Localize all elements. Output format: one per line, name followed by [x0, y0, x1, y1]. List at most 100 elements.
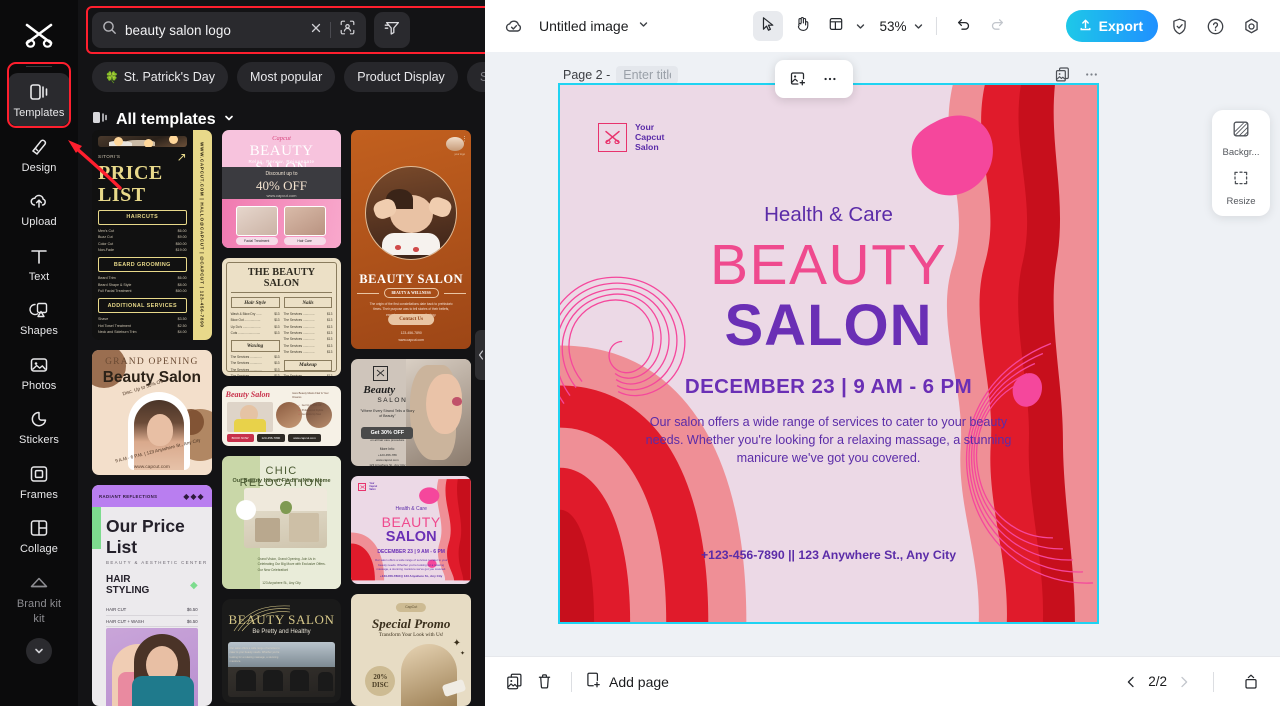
close-icon[interactable] [310, 21, 322, 39]
template-card[interactable]: ⋮ your logo BEAUTY SALON BEAUTY & WELLNE… [351, 130, 472, 349]
template-card[interactable]: THE BEAUTY SALON Hair Style Wash & Blow … [221, 258, 342, 376]
sidebar-item-label: Frames [20, 488, 58, 501]
redo-button[interactable] [983, 11, 1013, 41]
chevron-down-icon[interactable] [26, 637, 52, 664]
undo-button[interactable] [949, 11, 979, 41]
template-title: Beauty [363, 383, 396, 396]
chevron-down-icon[interactable] [913, 21, 924, 32]
design-icon [28, 135, 50, 159]
template-title: PRICE LIST [98, 161, 163, 206]
chip-spring[interactable]: Spring [466, 62, 485, 92]
collapse-panel-icon[interactable] [1236, 667, 1266, 697]
help-circle-icon[interactable] [1200, 11, 1230, 41]
document-title[interactable]: Untitled image [539, 17, 649, 35]
template-title: BEAUTY SALON [359, 272, 464, 286]
search-box[interactable] [92, 12, 366, 48]
template-url: www.capcut.com [398, 337, 424, 342]
page-title-input[interactable] [616, 66, 679, 84]
capcut-logo-icon[interactable] [16, 14, 62, 56]
add-page-label: Add page [609, 673, 669, 690]
select-tool-button[interactable] [752, 11, 783, 41]
chip-most-popular[interactable]: Most popular [237, 62, 336, 92]
sidebar-item-shapes[interactable]: Shapes [8, 291, 70, 344]
template-card[interactable]: RADIANT REFLECTIONS ◆◆◆ Our Price List B… [92, 485, 212, 706]
collage-icon [28, 516, 50, 540]
image-search-icon[interactable] [339, 19, 356, 41]
template-section: Hair Style [230, 297, 280, 309]
template-offer-note: on all hair care procedure [370, 437, 405, 442]
template-footer: 123 Anywhere St., Any City [262, 581, 301, 585]
filter-button[interactable] [374, 12, 410, 48]
design-canvas[interactable]: Your Capcut Salon Health & Care BEAUTY S… [558, 83, 1099, 624]
design-logo: Your Capcut Salon [598, 122, 664, 152]
sidebar-item-label: Templates [13, 107, 65, 119]
template-card[interactable]: CHIC RELOCATION Our Beauty Haven Finds a… [221, 456, 342, 589]
diamond-icon: ◆ [189, 579, 198, 591]
template-url: www.capcut.com [288, 434, 321, 442]
template-title: THE BEAUTY SALON [230, 267, 333, 293]
search-input[interactable] [125, 22, 302, 38]
sidebar-item-upload[interactable]: Upload [8, 182, 70, 235]
hand-tool-button[interactable] [786, 11, 816, 41]
background-button[interactable]: Backgr... [1214, 119, 1268, 158]
resize-button[interactable]: Resize [1214, 168, 1268, 207]
chip-product-display[interactable]: Product Display [344, 62, 458, 92]
logo-line-2: Capcut [635, 132, 665, 142]
photos-icon [28, 353, 50, 377]
export-button[interactable]: Export [1065, 10, 1158, 42]
toolbar-right: Export [1065, 10, 1266, 42]
templates-icon [28, 80, 50, 104]
template-section: BEARD GROOMING [98, 257, 187, 273]
sidebar-item-templates[interactable]: Templates [8, 73, 70, 126]
template-card[interactable]: GRAND OPENING Beauty Salon Disc. Up to 5… [92, 350, 212, 476]
toolbar-center-tools: 53% [752, 11, 1012, 41]
clover-icon: 🍀 [105, 71, 119, 84]
shield-check-icon[interactable] [1164, 11, 1194, 41]
layout-tool-button[interactable] [820, 11, 850, 41]
template-card[interactable]: CapCut Special Promo Transform Your Look… [351, 593, 472, 706]
chip-st-patricks-day[interactable]: 🍀 St. Patrick's Day [92, 62, 228, 92]
selection-floating-toolbar [775, 60, 853, 98]
sidebar-item-stickers[interactable]: Stickers [8, 400, 70, 453]
next-page-button[interactable] [1177, 675, 1191, 689]
more-options-icon[interactable] [815, 64, 845, 94]
replace-image-icon[interactable] [783, 64, 813, 94]
template-address: 123 Anywhere St., Any City [369, 462, 406, 467]
template-card[interactable]: Beauty Salon Here Beauty Meets Flair & Y… [221, 386, 342, 446]
design-eyebrow: Health & Care [764, 203, 893, 226]
prev-page-button[interactable] [1124, 675, 1138, 689]
template-card[interactable]: Capcut BEAUTY SALON Relax, Renew, Rejuve… [221, 130, 342, 248]
template-title-1: BEAUTY [381, 514, 441, 531]
sidebar-item-collage[interactable]: Collage [8, 509, 70, 562]
sparkle-icon-small: ✦ [459, 650, 466, 657]
category-chips: 🍀 St. Patrick's Day Most popular Product… [78, 48, 485, 92]
panel-collapse-handle[interactable] [475, 330, 485, 380]
sidebar-item-text[interactable]: Text [8, 237, 70, 290]
template-section: Waxing [230, 340, 280, 352]
template-card[interactable]: Your Capcut Salon Health & Care BEAUTY SAL… [351, 476, 472, 584]
template-card[interactable]: SITORI'S ↗ PRICE LIST HAIRCUTS Men's Cut… [92, 130, 212, 341]
add-page-button[interactable]: Add page [584, 671, 669, 692]
all-templates-label: All templates [116, 111, 216, 128]
bottom-toolbar: Add page 2/2 [485, 656, 1280, 706]
template-card[interactable]: BEAUTY SALON Be Pretty and Healthy Our s… [221, 599, 342, 703]
settings-gear-icon[interactable] [1236, 11, 1266, 41]
sidebar-item-frames[interactable]: Frames [8, 455, 70, 508]
chevron-down-icon [223, 111, 235, 129]
cloud-saved-icon[interactable] [499, 11, 529, 41]
duplicate-icon[interactable] [499, 667, 529, 697]
sidebar-item-brand-kit[interactable]: Brand kit kit [8, 564, 70, 632]
chevron-down-icon[interactable] [854, 21, 865, 32]
chip-label: Most popular [250, 70, 323, 84]
design-description: Our salon offers a wide range of service… [645, 415, 1012, 465]
sidebar-item-photos[interactable]: Photos [8, 346, 70, 399]
template-column-3: ⋮ your logo BEAUTY SALON BEAUTY & WELLNE… [351, 130, 472, 706]
trash-icon[interactable] [529, 667, 559, 697]
background-label: Backgr... [1222, 147, 1260, 158]
zoom-level[interactable]: 53% [879, 19, 906, 34]
templates-icon [92, 110, 109, 130]
template-badge: 20% DISC [365, 666, 396, 696]
frames-icon [28, 462, 50, 486]
template-card[interactable]: Beauty SALON "Where Every Strand Tells a… [351, 358, 472, 467]
sidebar-item-design[interactable]: Design [8, 128, 70, 181]
